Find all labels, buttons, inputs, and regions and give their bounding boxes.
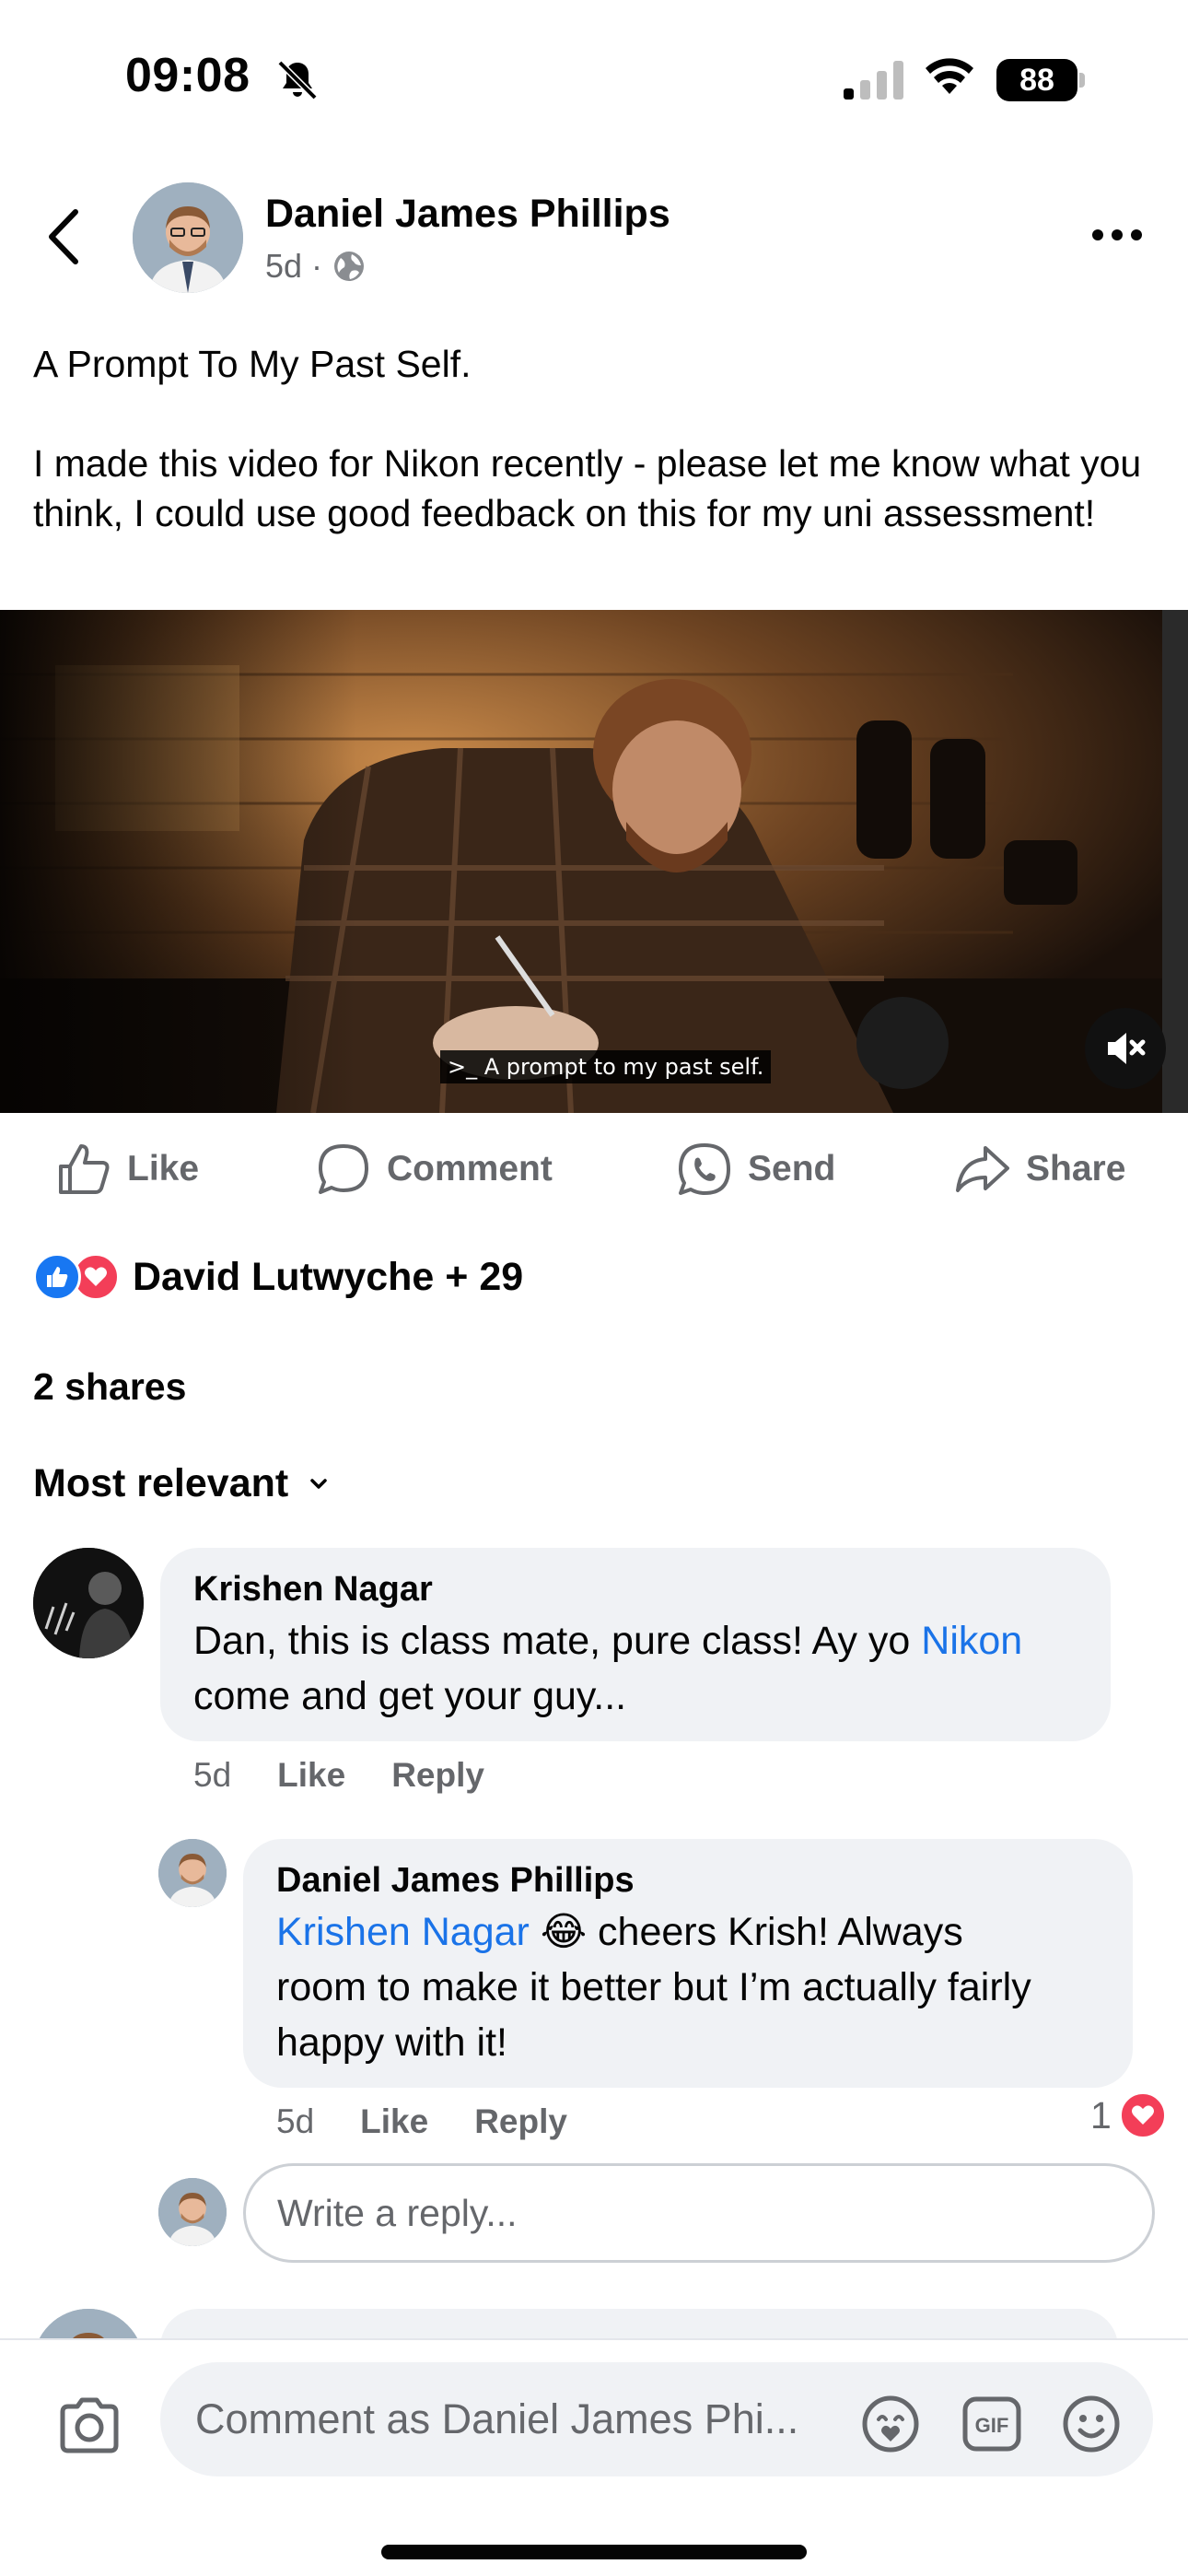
reply-meta: 5d Like Reply <box>276 2102 567 2141</box>
emoji-icon[interactable] <box>1059 2392 1124 2456</box>
reply-author-avatar[interactable] <box>158 1839 227 1907</box>
send-label: Send <box>748 1149 836 1188</box>
more-options-icon[interactable] <box>1092 221 1147 249</box>
post-meta: 5d · <box>265 247 367 286</box>
mention-link[interactable]: Nikon <box>921 1619 1022 1663</box>
comment-like-button[interactable]: Like <box>277 1756 345 1795</box>
mention-link[interactable]: Krishen Nagar <box>276 1910 530 1954</box>
reply-like-button[interactable]: Like <box>360 2102 428 2141</box>
reply-input[interactable]: Write a reply... <box>243 2163 1155 2263</box>
whatsapp-icon <box>679 1143 730 1195</box>
mute-toggle[interactable] <box>1085 1008 1166 1089</box>
reply-avatar-image <box>158 1839 227 1907</box>
comment-bubble[interactable]: Krishen Nagar Dan, this is class mate, p… <box>160 1548 1111 1741</box>
comment-text-part: Dan, this is class mate, pure class! Ay … <box>193 1619 922 1663</box>
cellular-signal-icon <box>844 61 903 100</box>
comment-input-placeholder: Comment as Daniel James Phi... <box>195 2395 799 2442</box>
chevron-down-icon <box>310 1478 327 1489</box>
share-button[interactable]: Share <box>954 1141 1125 1198</box>
reply-text-part: room to make it better but I’m actually … <box>276 1965 1031 2009</box>
avatar-sticker-icon[interactable] <box>858 2392 923 2456</box>
reply-bubble[interactable]: Daniel James Phillips Krishen Nagar 😂 ch… <box>243 1839 1133 2088</box>
reply-age: 5d <box>276 2102 315 2140</box>
post-body: I made this video for Nikon recently - p… <box>33 442 1152 534</box>
gif-icon[interactable]: GIF <box>960 2392 1024 2456</box>
reply-text-part: cheers Krish! Always <box>587 1910 963 1954</box>
like-reaction-icon <box>33 1253 81 1301</box>
commenter-avatar-image <box>33 1548 144 1658</box>
back-arrow-icon[interactable] <box>41 205 88 269</box>
globe-icon <box>334 252 365 281</box>
post-age[interactable]: 5d <box>265 247 302 286</box>
svg-text:GIF: GIF <box>975 2414 1009 2437</box>
post-blank-line <box>33 389 1157 439</box>
home-indicator[interactable] <box>381 2545 807 2559</box>
status-bar: 09:08 88 <box>0 0 1188 157</box>
current-user-avatar-image <box>158 2178 227 2246</box>
reply-text: Krishen Nagar 😂 cheers Krish! Always roo… <box>276 1904 1100 2070</box>
camera-icon[interactable] <box>55 2392 123 2460</box>
post-video[interactable] <box>0 610 1188 1113</box>
comment-author[interactable]: Krishen Nagar <box>193 1570 1077 1610</box>
comment-sort-dropdown[interactable]: Most relevant <box>33 1461 329 1506</box>
commenter-avatar[interactable] <box>33 1548 144 1658</box>
share-label: Share <box>1026 1149 1126 1188</box>
like-label: Like <box>127 1149 200 1188</box>
battery-cap <box>1079 73 1085 88</box>
video-caption: >_ A prompt to my past self. <box>440 1050 772 1083</box>
more-dot <box>1092 229 1103 240</box>
thumbs-up-icon <box>59 1144 110 1194</box>
more-dot <box>1112 229 1123 240</box>
comment-label: Comment <box>387 1149 553 1188</box>
author-avatar[interactable] <box>133 182 243 293</box>
share-arrow-icon <box>956 1146 1009 1192</box>
current-user-avatar <box>158 2178 227 2246</box>
comment-text-part: come and get your guy... <box>193 1674 627 1718</box>
battery-level: 88 <box>996 59 1077 101</box>
bell-off-icon <box>277 60 318 100</box>
reply-author[interactable]: Daniel James Phillips <box>276 1861 1100 1901</box>
comment-age: 5d <box>193 1756 232 1794</box>
laughing-emoji: 😂 <box>540 1909 588 1955</box>
comment-button[interactable]: Comment <box>315 1141 553 1198</box>
send-button[interactable]: Send <box>676 1141 835 1198</box>
wifi-icon <box>926 58 973 94</box>
comment-reply-button[interactable]: Reply <box>391 1756 484 1795</box>
status-time: 09:08 <box>125 49 250 102</box>
post-title-line: A Prompt To My Past Self. <box>33 343 472 385</box>
love-reaction-icon <box>1118 2091 1167 2139</box>
reply-reply-button[interactable]: Reply <box>474 2102 567 2141</box>
comment-meta: 5d Like Reply <box>193 1756 484 1795</box>
reply-reaction-count[interactable]: 1 <box>1090 2091 1167 2139</box>
comment-composer-bar: Comment as Daniel James Phi... GIF <box>0 2338 1188 2576</box>
like-button[interactable]: Like <box>55 1141 199 1198</box>
author-avatar-image <box>133 182 243 293</box>
battery-indicator: 88 <box>996 59 1085 101</box>
post-author-name[interactable]: Daniel James Phillips <box>265 192 670 237</box>
reaction-count-number: 1 <box>1090 2093 1112 2137</box>
post-text: A Prompt To My Past Self. I made this vi… <box>33 339 1157 538</box>
comment-bubble-icon <box>319 1144 368 1194</box>
video-frame <box>0 610 1188 1113</box>
speaker-muted-icon <box>1108 1033 1146 1064</box>
sort-label: Most relevant <box>33 1461 289 1505</box>
more-dot <box>1131 229 1142 240</box>
shares-count[interactable]: 2 shares <box>33 1365 186 1409</box>
post-action-bar: Like Comment Send Share <box>0 1113 1188 1224</box>
meta-separator: · <box>311 247 323 285</box>
reply-text-part: happy with it! <box>276 2020 507 2065</box>
comment-text: Dan, this is class mate, pure class! Ay … <box>193 1613 1077 1724</box>
reply-input-placeholder: Write a reply... <box>277 2191 518 2234</box>
reactions-summary[interactable]: David Lutwyche + 29 <box>33 1253 523 1301</box>
reactions-text: David Lutwyche + 29 <box>133 1254 524 1299</box>
